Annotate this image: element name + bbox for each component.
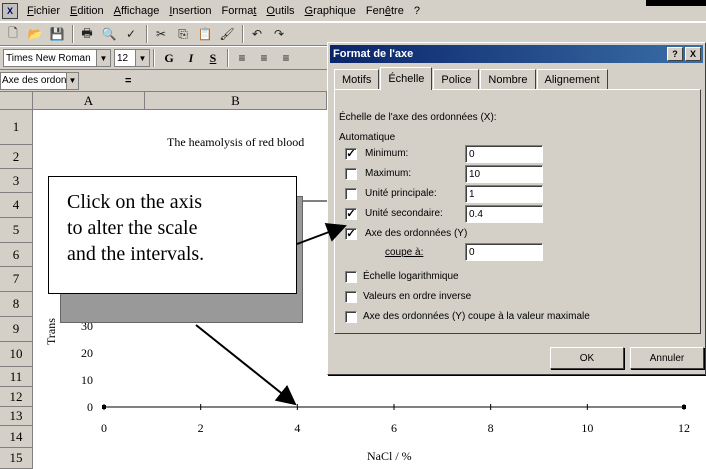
- callout-box: Click on the axis to alter the scale and…: [48, 176, 297, 294]
- x-tick-label: 8: [488, 421, 494, 435]
- axis-selection-handle[interactable]: [102, 405, 106, 409]
- callout-line: Click on the axis: [67, 191, 202, 213]
- x-tick-label: 10: [581, 421, 593, 435]
- x-tick-label: 0: [101, 421, 107, 435]
- axis-selection-handle[interactable]: [682, 405, 686, 409]
- y-tick-label: 20: [81, 346, 93, 360]
- x-tick-label: 6: [391, 421, 397, 435]
- callout-line: and the intervals.: [67, 243, 205, 265]
- tab-echelle[interactable]: Échelle: [380, 67, 433, 90]
- y-tick-label: 10: [81, 373, 93, 387]
- x-tick-label: 2: [198, 421, 204, 435]
- x-tick-label: 12: [678, 421, 690, 435]
- x-tick-label: 4: [294, 421, 300, 435]
- callout-line: to alter the scale: [67, 217, 198, 239]
- y-tick-label: 0: [87, 400, 93, 414]
